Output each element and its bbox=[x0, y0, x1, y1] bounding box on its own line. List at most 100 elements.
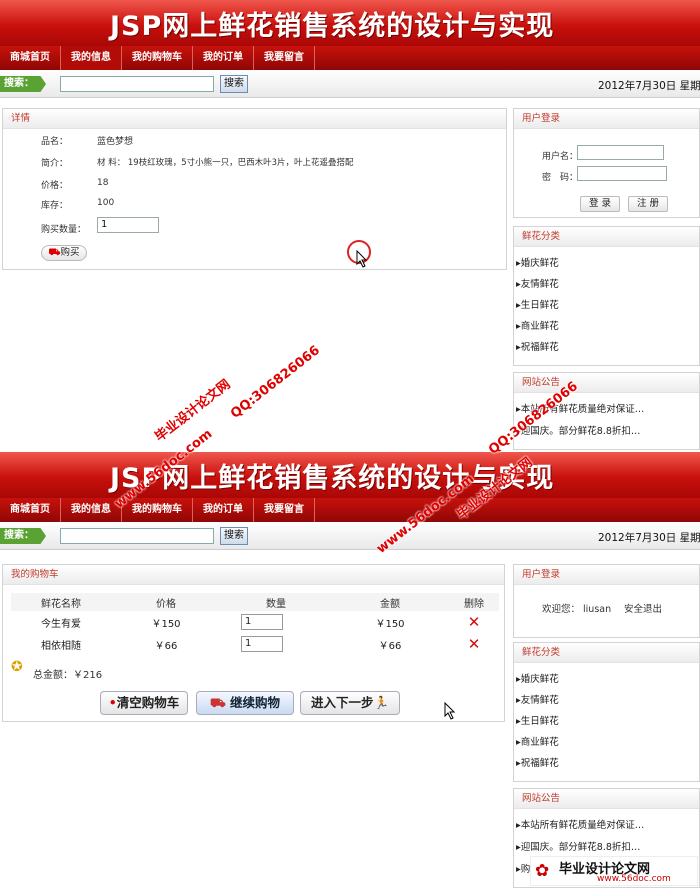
mouse-cursor-icon bbox=[356, 250, 368, 268]
login-panel-title: 用户登录 bbox=[514, 109, 699, 129]
nav-home[interactable]: 商城首页 bbox=[0, 498, 61, 522]
screenshot-product-detail: JSP网上鲜花销售系统的设计与实现 商城首页 我的信息 我的购物车 我的订单 我… bbox=[0, 0, 700, 450]
item-price: ￥66 bbox=[154, 640, 178, 652]
category-item-wedding[interactable]: ▸婚庆鲜花 bbox=[516, 671, 559, 685]
nav-my-orders[interactable]: 我的订单 bbox=[193, 46, 254, 70]
site-banner: JSP网上鲜花销售系统的设计与实现 bbox=[0, 0, 700, 46]
quantity-label: 购买数量： bbox=[41, 225, 87, 235]
quantity-input[interactable]: 1 bbox=[97, 217, 159, 233]
notice-item[interactable]: ▸本站所有鲜花质量绝对保证… bbox=[516, 817, 644, 831]
stock-value: 100 bbox=[97, 198, 115, 208]
name-value: 蓝色梦想 bbox=[97, 137, 134, 147]
item-amount: ￥150 bbox=[375, 618, 405, 630]
nav-home[interactable]: 商城首页 bbox=[0, 46, 61, 70]
item-name: 今生有爱 bbox=[41, 618, 81, 630]
category-panel: 鲜花分类 ▸婚庆鲜花 ▸友情鲜花 ▸生日鲜花 ▸商业鲜花 ▸祝福鲜花 bbox=[513, 226, 700, 366]
buy-button[interactable]: ⛟购买 bbox=[41, 245, 87, 261]
notice-panel-title: 网站公告 bbox=[514, 373, 699, 393]
nav-my-orders[interactable]: 我的订单 bbox=[193, 498, 254, 522]
item-quantity-input[interactable]: 1 bbox=[241, 614, 283, 630]
shopping-cart-icon: ⛟ bbox=[209, 695, 226, 710]
password-label: 密 码： bbox=[542, 173, 579, 183]
delete-icon[interactable]: ✕ bbox=[468, 635, 481, 653]
cart-panel-title: 我的购物车 bbox=[3, 565, 504, 585]
intro-label: 简介： bbox=[41, 159, 69, 169]
col-delete: 删除 bbox=[449, 593, 499, 611]
bullet-icon: • bbox=[108, 695, 117, 710]
search-bar: 搜索： 搜索 2012年7月30日 星期一 bbox=[0, 522, 700, 550]
detail-panel: 详情 品名： 蓝色梦想 简介： 材 料： 19枝红玫瑰，5寸小熊一只，巴西木叶3… bbox=[2, 108, 507, 270]
col-quantity: 数量 bbox=[221, 593, 331, 611]
nav-leave-message[interactable]: 我要留言 bbox=[254, 498, 315, 522]
clear-cart-button[interactable]: •清空购物车 bbox=[100, 691, 188, 715]
search-input[interactable] bbox=[60, 76, 214, 92]
main-nav: 商城首页 我的信息 我的购物车 我的订单 我要留言 bbox=[0, 498, 700, 522]
search-label: 搜索： bbox=[0, 76, 46, 92]
category-item-friendship[interactable]: ▸友情鲜花 bbox=[516, 276, 559, 290]
buy-button-label: 购买 bbox=[60, 247, 80, 258]
cart-icon: ⛟ bbox=[48, 247, 61, 258]
logout-link[interactable]: 安全退出 bbox=[624, 601, 662, 615]
table-row: 今生有爱 ￥150 1 ￥150 ✕ bbox=[11, 611, 499, 633]
item-quantity-input[interactable]: 1 bbox=[241, 636, 283, 652]
search-button[interactable]: 搜索 bbox=[220, 75, 248, 93]
nav-my-cart[interactable]: 我的购物车 bbox=[122, 46, 193, 70]
col-amount: 金额 bbox=[331, 593, 449, 611]
continue-shopping-button[interactable]: ⛟ 继续购物 bbox=[196, 691, 294, 715]
login-button[interactable]: 登 录 bbox=[580, 196, 620, 212]
coins-icon: ✪ bbox=[11, 659, 23, 675]
mouse-cursor-icon bbox=[444, 702, 456, 720]
nav-my-info[interactable]: 我的信息 bbox=[61, 46, 122, 70]
welcome-text: 欢迎您： liusan bbox=[542, 604, 612, 615]
watermark-logo: ✿ 毕业设计论文网 www.56doc.com bbox=[530, 856, 698, 886]
delete-icon[interactable]: ✕ bbox=[468, 613, 481, 631]
next-step-button[interactable]: 进入下一步🏃 bbox=[300, 691, 400, 715]
login-panel: 用户登录 用户名： 密 码： 登 录 注 册 bbox=[513, 108, 700, 218]
stock-label: 库存： bbox=[41, 201, 69, 211]
register-button[interactable]: 注 册 bbox=[628, 196, 668, 212]
item-price: ￥150 bbox=[151, 618, 181, 630]
table-row: 相依相随 ￥66 1 ￥66 ✕ bbox=[11, 633, 499, 655]
category-item-business[interactable]: ▸商业鲜花 bbox=[516, 734, 559, 748]
notice-item[interactable]: ▸迎国庆。部分鲜花8.8折扣… bbox=[516, 839, 640, 853]
category-panel: 鲜花分类 ▸婚庆鲜花 ▸友情鲜花 ▸生日鲜花 ▸商业鲜花 ▸祝福鲜花 bbox=[513, 642, 700, 782]
intro-value: 材 料： 19枝红玫瑰，5寸小熊一只，巴西木叶3片，叶上花遥叠搭配 bbox=[97, 158, 354, 168]
detail-panel-title: 详情 bbox=[3, 109, 506, 129]
current-date: 2012年7月30日 星期一 bbox=[598, 532, 700, 544]
nav-leave-message[interactable]: 我要留言 bbox=[254, 46, 315, 70]
item-amount: ￥66 bbox=[378, 640, 402, 652]
running-man-icon: 🏃 bbox=[373, 695, 390, 710]
screenshot-shopping-cart: JSP网上鲜花销售系统的设计与实现 商城首页 我的信息 我的购物车 我的订单 我… bbox=[0, 452, 700, 890]
category-item-birthday[interactable]: ▸生日鲜花 bbox=[516, 713, 559, 727]
category-item-blessing[interactable]: ▸祝福鲜花 bbox=[516, 755, 559, 769]
search-button[interactable]: 搜索 bbox=[220, 527, 248, 545]
current-date: 2012年7月30日 星期一 bbox=[598, 80, 700, 92]
price-value: 18 bbox=[97, 178, 109, 188]
category-item-wedding[interactable]: ▸婚庆鲜花 bbox=[516, 255, 559, 269]
category-item-business[interactable]: ▸商业鲜花 bbox=[516, 318, 559, 332]
notice-item[interactable]: ▸购 bbox=[516, 861, 530, 875]
watermark-logo-icon: ✿ bbox=[535, 861, 550, 881]
category-item-birthday[interactable]: ▸生日鲜花 bbox=[516, 297, 559, 311]
notice-panel-title: 网站公告 bbox=[514, 789, 699, 809]
username-input[interactable] bbox=[577, 145, 664, 160]
col-name: 鲜花名称 bbox=[11, 593, 111, 611]
login-panel: 用户登录 欢迎您： liusan 安全退出 bbox=[513, 564, 700, 638]
login-panel-title: 用户登录 bbox=[514, 565, 699, 585]
name-label: 品名： bbox=[41, 137, 69, 147]
search-bar: 搜索： 搜索 2012年7月30日 星期一 bbox=[0, 70, 700, 98]
category-panel-title: 鲜花分类 bbox=[514, 227, 699, 247]
category-panel-title: 鲜花分类 bbox=[514, 643, 699, 663]
search-label: 搜索： bbox=[0, 528, 46, 544]
site-banner: JSP网上鲜花销售系统的设计与实现 bbox=[0, 452, 700, 498]
category-item-friendship[interactable]: ▸友情鲜花 bbox=[516, 692, 559, 706]
price-label: 价格： bbox=[41, 181, 69, 191]
col-price: 价格 bbox=[111, 593, 221, 611]
cart-header-row: 鲜花名称 价格 数量 金额 删除 bbox=[11, 593, 499, 611]
category-item-blessing[interactable]: ▸祝福鲜花 bbox=[516, 339, 559, 353]
username-label: 用户名： bbox=[542, 152, 579, 162]
item-name: 相依相随 bbox=[41, 640, 81, 652]
watermark-logo-url: www.56doc.com bbox=[597, 874, 671, 884]
password-input[interactable] bbox=[577, 166, 667, 181]
search-input[interactable] bbox=[60, 528, 214, 544]
